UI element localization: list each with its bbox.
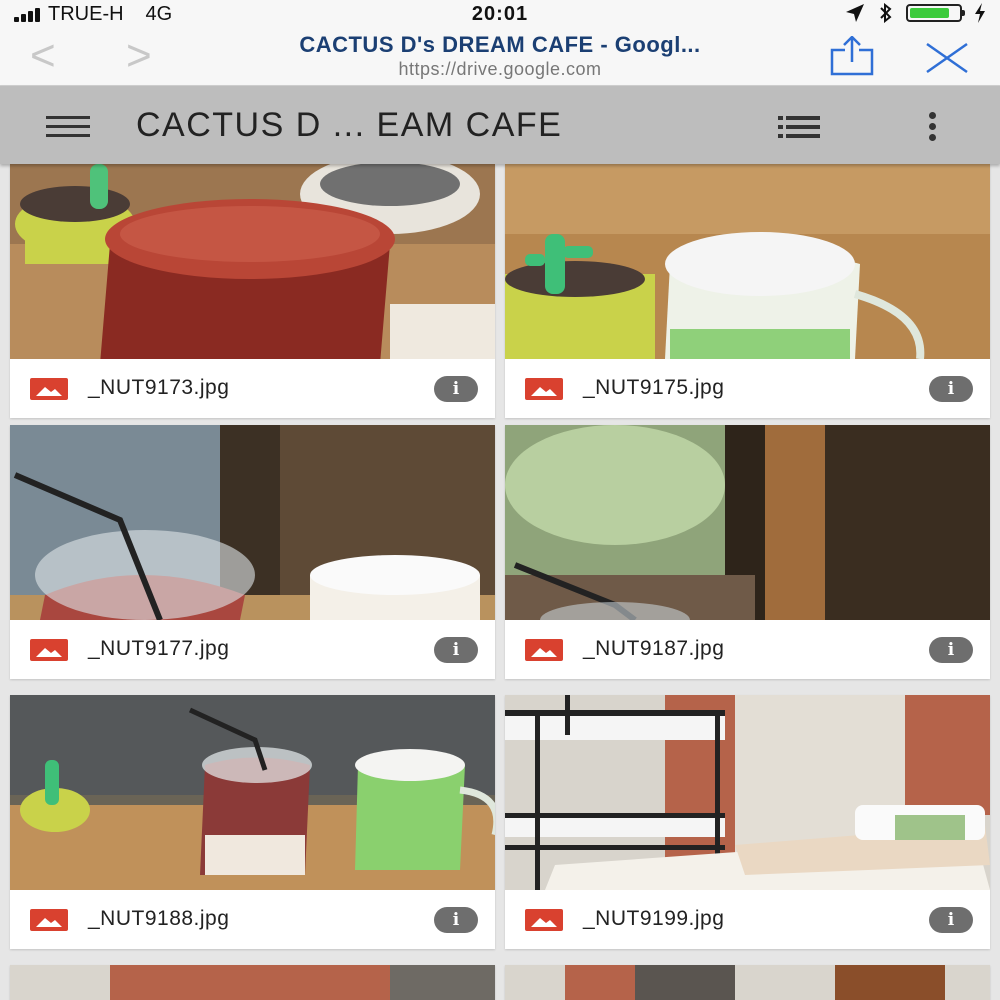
file-info-bar: _NUT9199.jpg i [505, 890, 990, 949]
file-info-bar: _NUT9187.jpg i [505, 620, 990, 679]
drive-app-bar: CACTUS D ... EAM CAFE [0, 86, 1000, 164]
forward-button[interactable]: > [126, 34, 152, 78]
file-card[interactable]: _NUT9175.jpg i [505, 164, 990, 418]
bluetooth-icon [880, 3, 892, 23]
file-info-bar: _NUT9173.jpg i [10, 359, 495, 418]
info-icon[interactable]: i [434, 907, 478, 933]
file-info-bar: _NUT9175.jpg i [505, 359, 990, 418]
share-icon[interactable] [828, 36, 876, 76]
more-options-icon[interactable] [926, 112, 938, 142]
file-info-bar: _NUT9177.jpg i [10, 620, 495, 679]
thumbnail-image[interactable] [10, 695, 495, 890]
battery-icon [906, 4, 965, 22]
thumbnail-image[interactable] [505, 164, 990, 359]
location-arrow-icon [846, 4, 864, 22]
file-card[interactable]: _NUT9187.jpg i [505, 425, 990, 679]
thumbnail-image[interactable] [505, 695, 990, 890]
charging-bolt-icon [975, 3, 985, 23]
file-card[interactable]: _NUT9177.jpg i [10, 425, 495, 679]
thumbnail-image[interactable] [10, 965, 495, 1000]
folder-title: CACTUS D ... EAM CAFE [136, 106, 563, 144]
info-icon[interactable]: i [434, 376, 478, 402]
file-name: _NUT9188.jpg [88, 907, 230, 930]
info-icon[interactable]: i [434, 637, 478, 663]
info-icon[interactable]: i [929, 907, 973, 933]
file-card[interactable]: _NUT9188.jpg i [10, 695, 495, 949]
file-card[interactable] [10, 965, 495, 1000]
image-file-icon [525, 909, 563, 931]
image-file-icon [30, 639, 68, 661]
close-icon[interactable] [924, 42, 970, 74]
image-file-icon [525, 378, 563, 400]
browser-header: < > CACTUS D's DREAM CAFE - Googl... htt… [0, 28, 1000, 86]
file-name: _NUT9187.jpg [583, 637, 725, 660]
menu-icon[interactable] [46, 116, 90, 138]
image-file-icon [30, 909, 68, 931]
file-card[interactable]: _NUT9199.jpg i [505, 695, 990, 949]
file-name: _NUT9175.jpg [583, 376, 725, 399]
back-button[interactable]: < [30, 34, 56, 78]
list-view-icon[interactable] [778, 116, 820, 138]
page-url[interactable]: https://drive.google.com [200, 59, 800, 80]
info-icon[interactable]: i [929, 637, 973, 663]
thumbnail-image[interactable] [10, 425, 495, 620]
page-title: CACTUS D's DREAM CAFE - Googl... [299, 32, 701, 57]
file-name: _NUT9177.jpg [88, 637, 230, 660]
status-bar: TRUE-H 4G 20:01 [0, 0, 1000, 28]
file-card[interactable] [505, 965, 990, 1000]
file-name: _NUT9199.jpg [583, 907, 725, 930]
image-file-icon [30, 378, 68, 400]
file-info-bar: _NUT9188.jpg i [10, 890, 495, 949]
thumbnail-image[interactable] [10, 164, 495, 359]
file-card[interactable]: _NUT9173.jpg i [10, 164, 495, 418]
file-name: _NUT9173.jpg [88, 376, 230, 399]
thumbnail-image[interactable] [505, 965, 990, 1000]
info-icon[interactable]: i [929, 376, 973, 402]
image-file-icon [525, 639, 563, 661]
screen: { "status_bar": { "carrier": "TRUE-H", "… [0, 0, 1000, 1000]
thumbnail-image[interactable] [505, 425, 990, 620]
